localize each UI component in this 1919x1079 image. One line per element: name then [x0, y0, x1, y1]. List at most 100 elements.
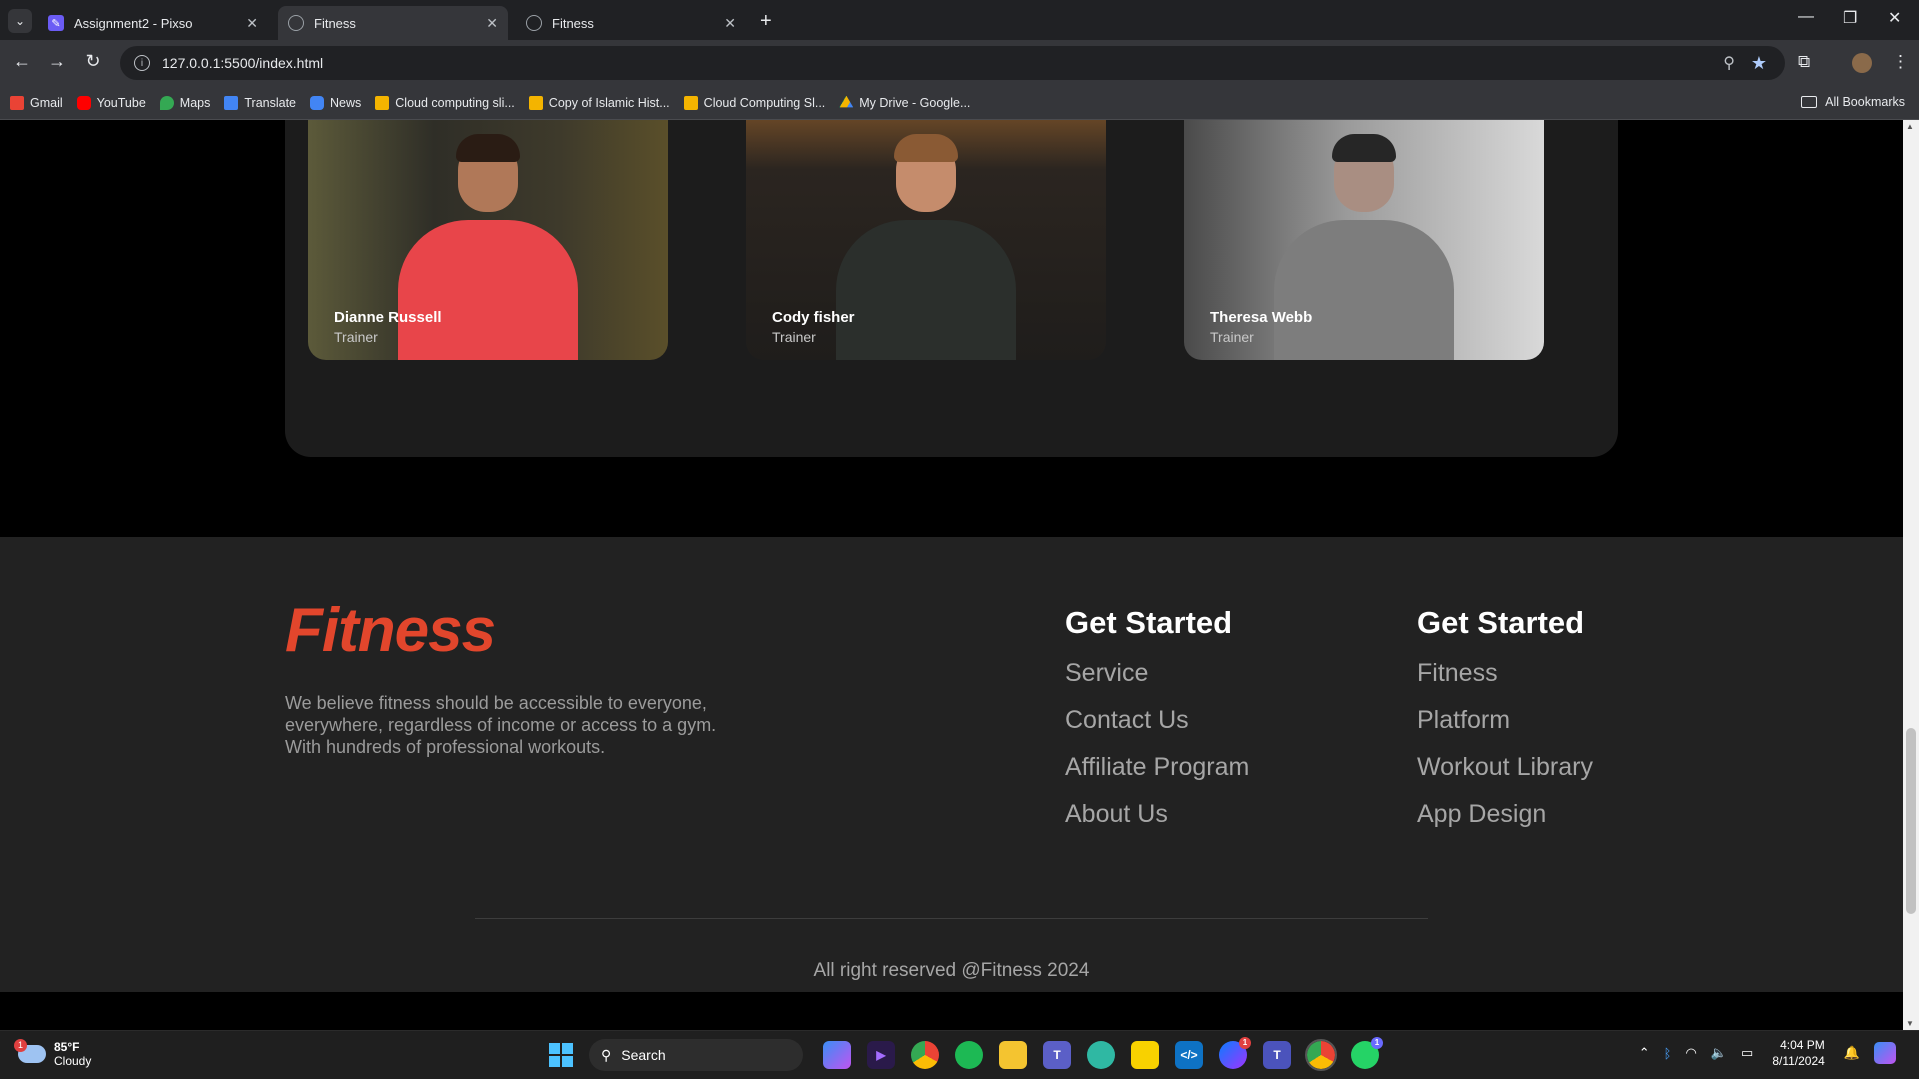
profile-avatar[interactable] [1852, 53, 1872, 73]
footer-link-app-design[interactable]: App Design [1417, 800, 1593, 829]
tab-fitness-active[interactable]: Fitness ✕ [278, 6, 508, 40]
wifi-icon[interactable]: ◠ [1685, 1045, 1696, 1061]
teams-icon[interactable]: T [1043, 1041, 1071, 1069]
trainer-card[interactable]: Cody fisher Trainer [746, 120, 1106, 360]
address-bar[interactable]: i 127.0.0.1:5500/index.html ⚲ ★ [120, 46, 1785, 80]
trainer-card[interactable]: Dianne Russell Trainer [308, 120, 668, 360]
bookmark-maps[interactable]: Maps [159, 95, 211, 110]
chrome-active-icon[interactable] [1305, 1039, 1337, 1071]
footer-brand-logo[interactable]: Fitness [285, 595, 496, 666]
volume-icon[interactable]: 🔈 [1711, 1045, 1727, 1061]
whatsapp-icon[interactable]: 1 [1351, 1037, 1383, 1069]
cloud-icon: 1 [14, 1039, 46, 1063]
chevron-up-icon[interactable]: ⌃ [1639, 1045, 1650, 1061]
page-scrollbar[interactable]: ▲ ▼ [1903, 120, 1919, 1030]
footer-column-get-started-2: Get Started Fitness Platform Workout Lib… [1417, 605, 1593, 847]
all-bookmarks-button[interactable]: All Bookmarks [1801, 95, 1905, 109]
tab-title: Fitness [314, 15, 356, 31]
tab-search-button[interactable]: ⌄ [8, 9, 32, 33]
url-text: 127.0.0.1:5500/index.html [162, 55, 324, 71]
tab-assignment2[interactable]: ✎ Assignment2 - Pixso ✕ [38, 6, 268, 40]
footer-column-title: Get Started [1065, 605, 1233, 640]
back-arrow-icon[interactable]: ← [10, 51, 34, 72]
clock-time: 4:04 PM [1780, 1038, 1825, 1052]
tab-title: Fitness [552, 15, 594, 31]
notification-bell-icon[interactable]: 🔔 [1844, 1045, 1860, 1061]
copilot-icon[interactable] [823, 1041, 851, 1069]
trainer-card[interactable]: Theresa Webb Trainer [1184, 120, 1544, 360]
teams-work-icon[interactable]: T [1263, 1041, 1291, 1069]
page-viewport: Dianne Russell Trainer Cody fisher Train… [0, 120, 1903, 1030]
bookmark-gmail[interactable]: Gmail [10, 95, 63, 110]
footer-column-title: Get Started [1417, 605, 1585, 640]
bookmark-islamic-history[interactable]: Copy of Islamic Hist... [528, 95, 670, 110]
scrollbar-thumb[interactable] [1906, 728, 1916, 914]
bookmark-translate[interactable]: Translate [224, 95, 297, 110]
battery-icon[interactable]: ▭ [1741, 1045, 1753, 1061]
copilot-tray-icon[interactable] [1874, 1042, 1896, 1064]
spotify-icon[interactable] [955, 1041, 983, 1069]
footer-link-contact-us[interactable]: Contact Us [1065, 706, 1249, 735]
weather-temperature: 85°F [54, 1040, 80, 1054]
footer-column-get-started: Get Started Service Contact Us Affiliate… [1065, 605, 1249, 847]
scroll-down-icon[interactable]: ▼ [1906, 1019, 1914, 1028]
tab-fitness[interactable]: Fitness ✕ [516, 6, 746, 40]
footer-link-fitness[interactable]: Fitness [1417, 659, 1593, 688]
bookmark-label: Maps [179, 95, 211, 110]
trainer-role: Trainer [334, 329, 378, 345]
footer-link-about-us[interactable]: About Us [1065, 800, 1249, 829]
taskbar-apps: ⚲ Search ▶ T </> 1 T 1 [549, 1037, 1387, 1071]
close-window-icon[interactable]: ✕ [1888, 8, 1901, 28]
bookmark-star-icon[interactable]: ★ [1751, 53, 1767, 74]
gmail-icon [10, 95, 24, 110]
restore-icon[interactable]: ❐ [1843, 8, 1857, 28]
trainer-name: Cody fisher [772, 309, 855, 326]
footer-link-workout-library[interactable]: Workout Library [1417, 753, 1593, 782]
file-explorer-icon[interactable] [999, 1041, 1027, 1069]
browser-toolbar: ← → ↻ i 127.0.0.1:5500/index.html ⚲ ★ ⧉ … [0, 40, 1919, 86]
reload-icon[interactable]: ↻ [81, 51, 105, 72]
new-tab-button[interactable]: + [760, 10, 772, 33]
bookmark-cloud-computing-sl[interactable]: Cloud Computing Sl... [683, 95, 825, 110]
bookmark-label: Translate [244, 95, 297, 110]
weather-condition: Cloudy [54, 1054, 92, 1068]
tab-strip: ⌄ ✎ Assignment2 - Pixso ✕ Fitness ✕ Fitn… [0, 0, 1919, 40]
slides-icon [528, 95, 543, 110]
trainer-role: Trainer [1210, 329, 1254, 345]
system-tray: ⌃ ᛒ ◠ 🔈 ▭ 4:04 PM 8/11/2024 🔔 [1632, 1037, 1903, 1069]
bookmark-cloud-computing[interactable]: Cloud computing sli... [375, 95, 515, 110]
edge-icon[interactable] [1087, 1041, 1115, 1069]
youtube-icon [76, 95, 91, 110]
footer-link-service[interactable]: Service [1065, 659, 1249, 688]
close-icon[interactable]: ✕ [486, 15, 498, 32]
media-player-icon[interactable]: ▶ [867, 1041, 895, 1069]
bookmark-youtube[interactable]: YouTube [76, 95, 146, 110]
windows-start-icon[interactable] [549, 1043, 573, 1067]
close-icon[interactable]: ✕ [724, 15, 736, 32]
close-icon[interactable]: ✕ [246, 15, 258, 32]
footer-about-text: We believe fitness should be accessible … [285, 693, 717, 757]
footer-copyright: All right reserved @Fitness 2024 [813, 960, 1090, 981]
chrome-icon[interactable] [911, 1041, 939, 1069]
messenger-icon[interactable]: 1 [1219, 1037, 1251, 1069]
slides-icon [683, 95, 698, 110]
weather-widget[interactable]: 1 85°F Cloudy [14, 1039, 92, 1068]
menu-kebab-icon[interactable]: ⋮ [1892, 52, 1909, 72]
extensions-icon[interactable]: ⧉ [1798, 52, 1810, 72]
bookmark-news[interactable]: News [310, 95, 361, 110]
footer-link-platform[interactable]: Platform [1417, 706, 1593, 735]
site-info-icon[interactable]: i [134, 55, 150, 71]
taskbar-search[interactable]: ⚲ Search [589, 1039, 803, 1071]
scroll-up-icon[interactable]: ▲ [1906, 122, 1914, 131]
forward-arrow-icon[interactable]: → [45, 51, 69, 72]
system-clock[interactable]: 4:04 PM 8/11/2024 [1772, 1037, 1825, 1069]
zoom-icon[interactable]: ⚲ [1723, 53, 1735, 73]
tab-title: Assignment2 - Pixso [74, 15, 193, 31]
sticky-notes-icon[interactable] [1131, 1041, 1159, 1069]
vscode-icon[interactable]: </> [1175, 1041, 1203, 1069]
bluetooth-icon[interactable]: ᛒ [1664, 1046, 1672, 1061]
minimize-icon[interactable]: — [1798, 8, 1814, 26]
footer-link-affiliate-program[interactable]: Affiliate Program [1065, 753, 1249, 782]
windows-taskbar: 1 85°F Cloudy ⚲ Search ▶ T </> 1 T 1 ⌃ ᛒ… [0, 1030, 1919, 1079]
bookmark-my-drive[interactable]: My Drive - Google... [839, 95, 970, 110]
